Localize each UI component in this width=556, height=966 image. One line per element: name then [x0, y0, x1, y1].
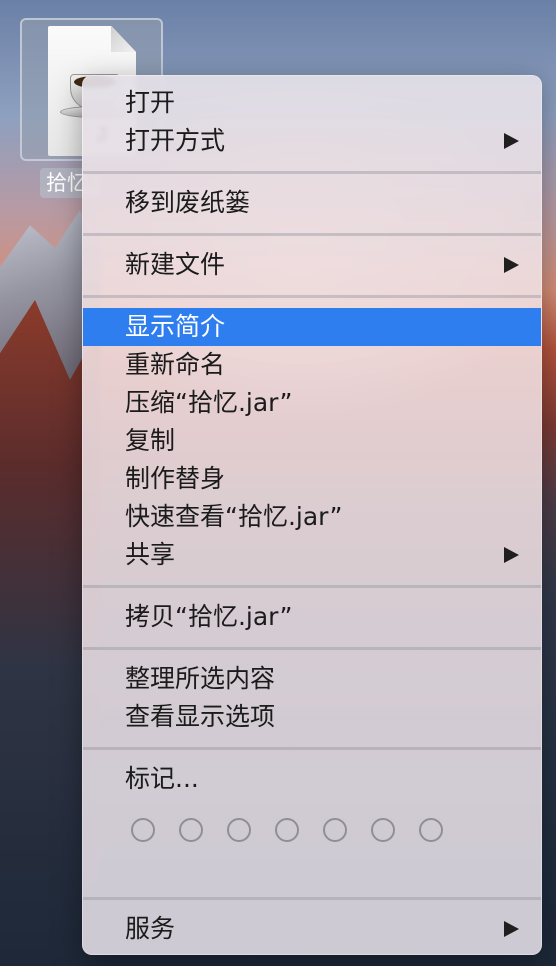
- menu-item-label: 移到废纸篓: [125, 188, 251, 217]
- menu-item-label: 重新命名: [125, 350, 226, 379]
- menu-item-label: 显示简介: [125, 312, 226, 341]
- submenu-arrow-icon: [504, 921, 519, 937]
- menu-item-clean-up[interactable]: 整理所选内容: [83, 660, 541, 698]
- menu-item-rename[interactable]: 重新命名: [83, 346, 541, 384]
- tag-color-circle[interactable]: [323, 818, 347, 842]
- menu-item-move-to-trash[interactable]: 移到废纸篓: [83, 184, 541, 222]
- menu-separator: [83, 295, 541, 298]
- menu-item-services[interactable]: 服务: [83, 910, 541, 948]
- menu-item-new-file[interactable]: 新建文件: [83, 246, 541, 284]
- menu-item-copy[interactable]: 拷贝“拾忆.jar”: [83, 598, 541, 636]
- tag-color-circle[interactable]: [227, 818, 251, 842]
- menu-item-label: 制作替身: [125, 464, 226, 493]
- menu-item-view-options[interactable]: 查看显示选项: [83, 698, 541, 736]
- submenu-arrow-icon: [504, 257, 519, 273]
- menu-item-label: 服务: [125, 914, 176, 943]
- submenu-arrow-icon: [504, 547, 519, 563]
- menu-separator: [83, 171, 541, 174]
- menu-item-label: 整理所选内容: [125, 664, 276, 693]
- menu-item-open[interactable]: 打开: [83, 84, 541, 122]
- menu-separator: [83, 647, 541, 650]
- tag-color-circle[interactable]: [179, 818, 203, 842]
- tag-color-circle[interactable]: [131, 818, 155, 842]
- menu-item-open-with[interactable]: 打开方式: [83, 122, 541, 160]
- tag-color-circle[interactable]: [371, 818, 395, 842]
- menu-item-quick-look[interactable]: 快速查看“拾忆.jar”: [83, 498, 541, 536]
- menu-separator: [83, 747, 541, 750]
- context-menu: 打开 打开方式 移到废纸篓 新建文件 显示简介 重新命名 压缩“拾忆.jar” …: [82, 75, 542, 955]
- tag-color-circle[interactable]: [419, 818, 443, 842]
- menu-item-label: 拷贝“拾忆.jar”: [125, 602, 293, 631]
- menu-item-get-info[interactable]: 显示简介: [83, 308, 541, 346]
- menu-item-make-alias[interactable]: 制作替身: [83, 460, 541, 498]
- menu-item-compress[interactable]: 压缩“拾忆.jar”: [83, 384, 541, 422]
- submenu-arrow-icon: [504, 133, 519, 149]
- menu-item-label: 复制: [125, 426, 176, 455]
- menu-item-duplicate[interactable]: 复制: [83, 422, 541, 460]
- menu-separator: [83, 233, 541, 236]
- menu-item-label: 新建文件: [125, 250, 226, 279]
- menu-separator: [83, 585, 541, 588]
- menu-item-label: 压缩“拾忆.jar”: [125, 388, 293, 417]
- menu-item-label: 打开: [125, 88, 176, 117]
- tag-color-picker: [131, 818, 461, 846]
- menu-separator: [83, 897, 541, 900]
- menu-item-label: 快速查看“拾忆.jar”: [125, 502, 343, 531]
- menu-item-share[interactable]: 共享: [83, 536, 541, 574]
- menu-item-label: 查看显示选项: [125, 702, 276, 731]
- tag-color-circle[interactable]: [275, 818, 299, 842]
- menu-item-label: 标记...: [125, 764, 199, 793]
- menu-item-label: 共享: [125, 540, 176, 569]
- menu-item-label: 打开方式: [125, 126, 226, 155]
- menu-item-tags[interactable]: 标记...: [83, 760, 541, 798]
